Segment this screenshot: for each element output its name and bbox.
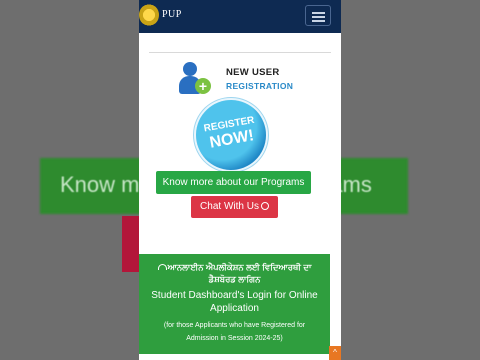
divider: [149, 52, 331, 53]
plus-icon: +: [195, 78, 211, 94]
dashboard-login-title: Student Dashboard's Login for Online App…: [151, 290, 318, 314]
navbar: PUP: [139, 0, 341, 33]
hamburger-icon: [312, 16, 325, 18]
chat-button[interactable]: Chat With Us: [191, 196, 278, 218]
mobile-page: PUP + NEW USER REGISTRATION REGISTER NOW…: [139, 0, 341, 360]
scroll-to-top-button[interactable]: ^: [329, 346, 341, 360]
dashboard-punjabi-text: ਆਨਲਾਈਨ ਐਪਲੀਕੇਸ਼ਨ ਲਈ ਵਿਦਿਆਰਥੀ ਦਾ ਡੈਸ਼ਬੋਰਡ…: [139, 261, 330, 285]
registration-label: REGISTRATION: [226, 81, 294, 91]
menu-toggle-button[interactable]: [305, 5, 331, 26]
programs-button[interactable]: Know more about our Programs: [156, 171, 311, 194]
hamburger-icon: [312, 12, 325, 14]
new-user-label: NEW USER: [226, 67, 280, 78]
dashboard-icon: [157, 264, 167, 270]
new-user-registration-link[interactable]: + NEW USER REGISTRATION: [179, 60, 309, 100]
user-icon: [183, 62, 197, 76]
chat-button-label: Chat With Us: [200, 201, 259, 212]
whatsapp-icon: [260, 202, 269, 210]
hamburger-icon: [312, 20, 325, 22]
student-dashboard-login-panel[interactable]: ਆਨਲਾਈਨ ਐਪਲੀਕੇਸ਼ਨ ਲਈ ਵਿਦਿਆਰਥੀ ਦਾ ਡੈਸ਼ਬੋਰਡ…: [139, 254, 330, 354]
register-now-badge[interactable]: REGISTER NOW!: [190, 94, 272, 176]
dashboard-login-note: (for those Applicants who have Registere…: [163, 322, 306, 342]
brand-name[interactable]: PUP: [162, 9, 182, 20]
university-logo[interactable]: [139, 4, 159, 26]
